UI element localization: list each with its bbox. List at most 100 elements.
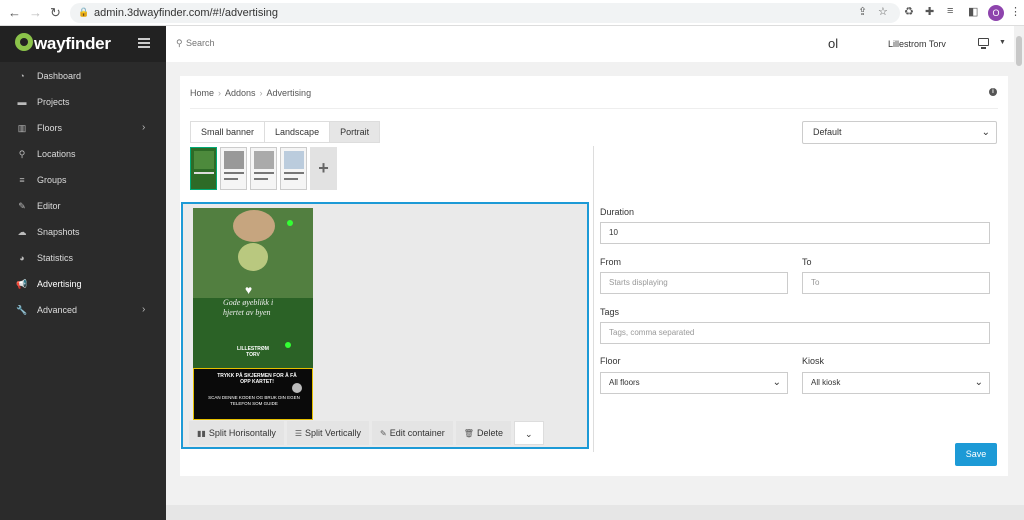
reading-list-icon[interactable]: ≡	[947, 5, 953, 17]
bookmark-star-icon[interactable]: ☆	[878, 5, 888, 18]
sidebar-item-statistics[interactable]: ◕ Statistics	[0, 245, 166, 271]
edit-container-button[interactable]: ✎ Edit container	[372, 421, 453, 445]
rows-icon: ☰	[294, 429, 303, 438]
scrollbar[interactable]	[1014, 26, 1024, 505]
resize-handle[interactable]	[287, 220, 293, 226]
chevron-down-icon: ⌄	[772, 377, 781, 388]
info-icon[interactable]: i	[989, 88, 997, 96]
to-date-input[interactable]: To	[802, 272, 990, 294]
ad-overlay	[193, 208, 313, 368]
chevron-right-icon: ›	[142, 122, 146, 133]
page-footer	[166, 505, 1024, 520]
split-vertically-button[interactable]: ☰ Split Vertically	[286, 421, 370, 445]
tab-small-banner[interactable]: Small banner	[190, 121, 266, 143]
breadcrumb-separator: ›	[259, 88, 263, 98]
wrench-icon: 🔧	[16, 305, 28, 315]
cloud-icon: ☁	[17, 227, 27, 237]
heart-icon: ♥	[245, 283, 253, 297]
ad-thumbnail[interactable]	[220, 147, 247, 190]
location-selector[interactable]: Lillestrom Torv	[888, 39, 946, 49]
tab-landscape[interactable]: Landscape	[264, 121, 331, 143]
more-options-dropdown[interactable]: ⌄	[513, 421, 544, 445]
breadcrumb-addons[interactable]: Addons	[225, 88, 256, 98]
ad-thumbnail[interactable]	[280, 147, 307, 190]
duration-input[interactable]: 10	[600, 222, 990, 244]
kiosk-select[interactable]: All kiosk ⌄	[802, 372, 990, 394]
from-label: From	[600, 257, 621, 267]
more-menu-icon[interactable]: ⋮	[1010, 5, 1021, 18]
lock-icon: 🔒	[78, 7, 90, 17]
user-initials[interactable]: ol	[828, 36, 838, 51]
sidebar-item-label: Floors	[37, 123, 63, 133]
template-select[interactable]: Default ⌄	[802, 121, 997, 144]
chevron-down-icon: ⌄	[524, 429, 533, 439]
ad-footer-container[interactable]: TRYKK PÅ SKJERMEN FOR Å FÅ OPP KARTET! S…	[193, 368, 313, 420]
extensions-icon[interactable]: ✚	[925, 5, 934, 18]
sidebar-item-dashboard[interactable]: ◔ Dashboard	[0, 63, 166, 89]
split-vertically-label: Split Vertically	[305, 428, 362, 438]
address-bar[interactable]: 🔒 admin.3dwayfinder.com/#!/advertising	[70, 3, 900, 23]
browser-chrome: ← → ↻ 🔒 admin.3dwayfinder.com/#!/adverti…	[0, 0, 1024, 26]
ad-slogan: Gode øyeblikk i hjertet av byen	[223, 298, 274, 317]
megaphone-icon: 📢	[16, 279, 28, 289]
hamburger-menu-icon[interactable]	[138, 38, 150, 48]
chevron-down-icon: ⌄	[981, 127, 990, 138]
ad-layout-editor[interactable]: ♥ Gode øyeblikk i hjertet av byen LILLES…	[181, 202, 589, 449]
profile-avatar[interactable]: O	[988, 5, 1004, 21]
banner-type-tabs: Small banner Landscape Portrait	[190, 121, 381, 143]
breadcrumb: Home › Addons › Advertising	[190, 88, 311, 98]
sidebar-item-advertising[interactable]: 📢 Advertising	[0, 271, 166, 297]
sidebar-item-label: Groups	[37, 175, 67, 185]
sidebar-brand: wayfinder	[0, 26, 166, 62]
sidebar-item-label: Advanced	[37, 305, 78, 315]
pie-chart-icon: ◕	[19, 253, 25, 263]
split-horizontally-button[interactable]: ▮▮ Split Horisontally	[189, 421, 284, 445]
recycle-icon[interactable]: ♻	[904, 5, 914, 18]
edit-icon: ✎	[380, 429, 387, 438]
ad-thumbnails: +	[190, 147, 337, 192]
chevron-down-icon: ⌄	[974, 377, 983, 388]
add-ad-button[interactable]: +	[310, 147, 337, 190]
save-button[interactable]: Save	[955, 443, 997, 466]
sidebar-menu: ◔ Dashboard ▬ Projects ▥ Floors › ⚲ Locations ≡ Gr…	[0, 62, 166, 323]
sidebar-item-label: Editor	[37, 201, 61, 211]
sidebar-item-groups[interactable]: ≡ Groups	[0, 167, 166, 193]
monitor-icon[interactable]	[978, 38, 989, 49]
breadcrumb-home[interactable]: Home	[190, 88, 214, 98]
edit-icon: ✎	[18, 201, 26, 211]
brand-name: wayfinder	[34, 34, 111, 53]
scrollbar-thumb[interactable]	[1016, 36, 1022, 66]
side-panel-icon[interactable]: ◧	[968, 5, 978, 18]
sidebar-item-advanced[interactable]: 🔧 Advanced ›	[0, 297, 166, 323]
reload-icon[interactable]: ↻	[50, 5, 61, 21]
breadcrumb-separator: ›	[218, 88, 222, 98]
building-icon: ▥	[17, 123, 27, 133]
floor-label: Floor	[600, 356, 621, 366]
sidebar-item-editor[interactable]: ✎ Editor	[0, 193, 166, 219]
tags-input[interactable]: Tags, comma separated	[600, 322, 990, 344]
edit-container-label: Edit container	[389, 428, 445, 438]
to-label: To	[802, 257, 812, 267]
resize-handle[interactable]	[285, 342, 291, 348]
share-icon[interactable]: ⇪	[858, 5, 867, 18]
kiosk-select-value: All kiosk	[811, 378, 841, 387]
tab-portrait[interactable]: Portrait	[329, 121, 381, 143]
sidebar-item-locations[interactable]: ⚲ Locations	[0, 141, 166, 167]
chevron-down-icon[interactable]: ▼	[999, 39, 1006, 46]
sidebar-item-snapshots[interactable]: ☁ Snapshots	[0, 219, 166, 245]
chevron-right-icon: ›	[142, 304, 146, 315]
back-icon[interactable]: ←	[8, 5, 21, 20]
ad-thumbnail[interactable]	[250, 147, 277, 190]
sidebar: wayfinder ◔ Dashboard ▬ Projects ▥ Floors › ⚲ Lo…	[0, 26, 166, 520]
touch-hand-icon	[292, 383, 302, 393]
delete-button[interactable]: 🗑 Delete	[455, 421, 511, 445]
ad-thumbnail[interactable]	[190, 147, 217, 190]
floor-select[interactable]: All floors ⌄	[600, 372, 788, 394]
sidebar-item-projects[interactable]: ▬ Projects	[0, 89, 166, 115]
search-input[interactable]	[186, 35, 386, 51]
ad-preview[interactable]: ♥ Gode øyeblikk i hjertet av byen LILLES…	[193, 208, 313, 420]
forward-icon[interactable]: →	[29, 5, 42, 20]
sidebar-item-floors[interactable]: ▥ Floors ›	[0, 115, 166, 141]
ad-brand: LILLESTRØM TORV	[237, 346, 269, 358]
from-date-input[interactable]: Starts displaying	[600, 272, 788, 294]
